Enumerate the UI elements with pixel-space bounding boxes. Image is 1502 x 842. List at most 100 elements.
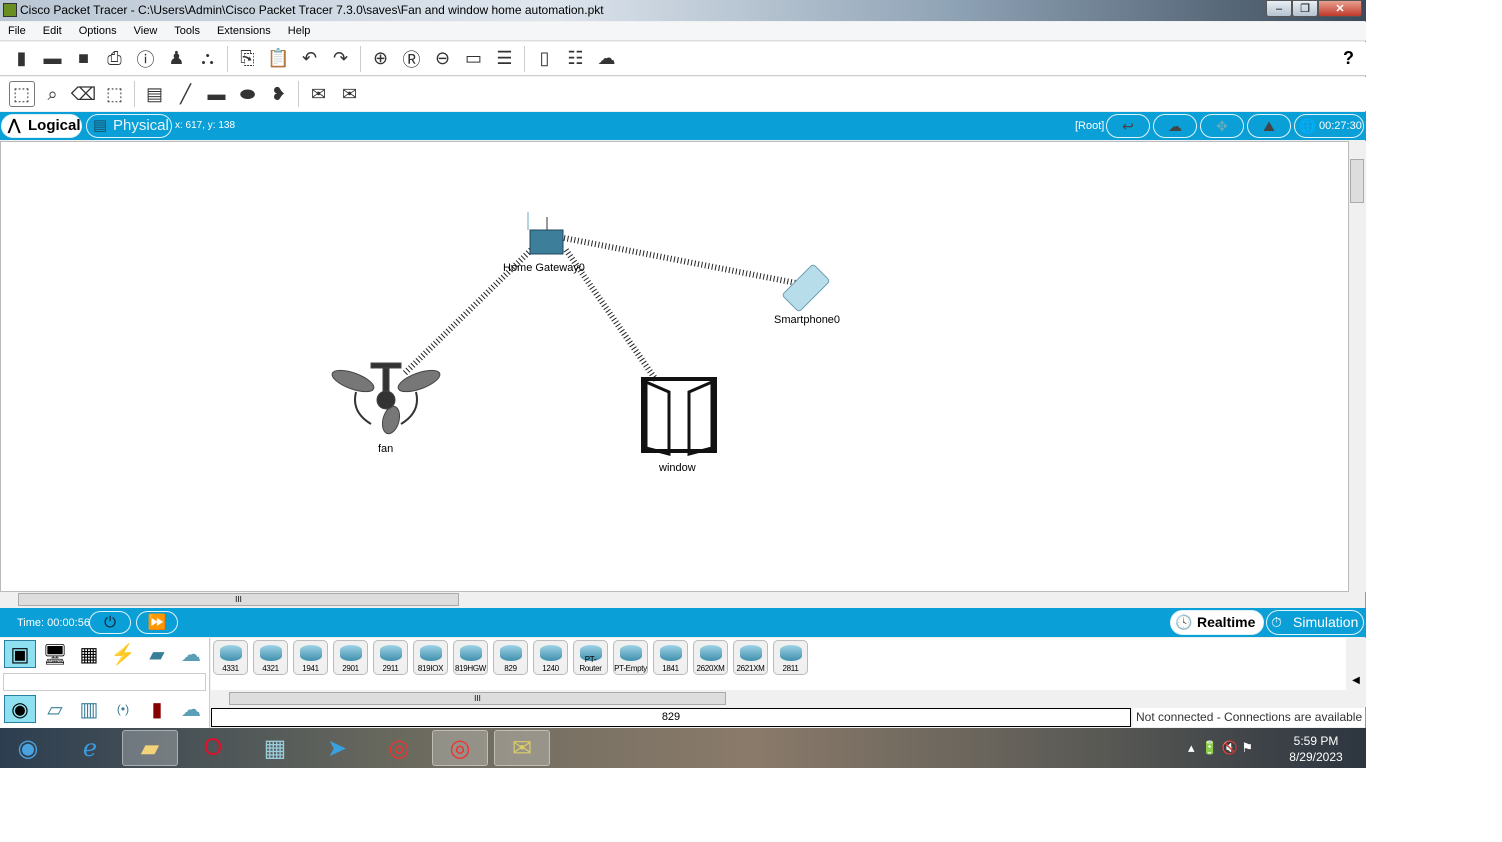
network-info-icon[interactable]: ☷ [563,46,589,72]
open-folder-icon[interactable]: ▬ [40,46,66,72]
set-background-icon[interactable]: ⛰ [1247,114,1291,138]
end-devices-category-icon[interactable]: 🖥 [39,640,71,668]
menu-extensions[interactable]: Extensions [209,22,280,40]
draw-line-icon[interactable]: ╱ [173,81,199,107]
draw-rectangle-icon[interactable]: ▬ [204,81,230,107]
undo-icon[interactable]: ↶ [297,46,323,72]
power-cycle-button[interactable]: ⏻ [89,611,131,634]
router-model-button[interactable]: 829 [493,640,528,675]
security-subcategory-icon[interactable]: ▮ [141,695,173,723]
router-model-button[interactable]: 1941 [293,640,328,675]
help-icon[interactable]: ? [1343,48,1354,69]
new-file-icon[interactable]: ▮ [9,46,35,72]
multiuser-category-icon[interactable]: ☁ [175,640,207,668]
node-label-window[interactable]: window [659,462,696,474]
taskbar-clock[interactable]: 5:59 PM 8/29/2023 [1285,733,1347,765]
simulation-mode-tab[interactable]: ⏱ Simulation [1266,610,1364,635]
fast-forward-button[interactable]: ⏩ [136,611,178,634]
model-list-scrollbar[interactable]: III [211,690,1346,706]
menu-edit[interactable]: Edit [35,22,71,40]
system-tray-icons[interactable]: ▴ 🔋 🔇 ⚑ [1188,740,1253,756]
tab-physical[interactable]: ▤ Physical [86,114,172,138]
menu-file[interactable]: File [0,22,35,40]
zoom-out-icon[interactable]: ⊖ [430,46,456,72]
draw-ellipse-icon[interactable]: ⬬ [235,81,261,107]
zoom-reset-icon[interactable]: Ⓡ [399,46,425,72]
workspace-horizontal-scrollbar[interactable]: III [0,592,1349,607]
close-button[interactable]: ✕ [1318,0,1362,17]
router-model-button[interactable]: PT-Router [573,640,608,675]
custom-devices-dialog-icon[interactable]: ☰ [492,46,518,72]
internet-explorer-icon[interactable]: ℯ [62,730,118,766]
chrome-profile-icon[interactable]: ◎ [432,730,488,766]
delete-icon[interactable]: ⌫ [71,81,97,107]
switches-subcategory-icon[interactable]: ▱ [39,695,71,723]
menu-view[interactable]: View [126,22,167,40]
menu-help[interactable]: Help [280,22,320,40]
workspace-vertical-scrollbar[interactable] [1349,141,1366,592]
control-panel-icon[interactable]: ▦ [247,730,303,766]
new-cluster-icon[interactable]: ☁ [1153,114,1197,138]
minimize-button[interactable]: – [1266,0,1292,17]
redo-icon[interactable]: ↷ [328,46,354,72]
paste-icon[interactable]: 📋 [266,46,292,72]
device-search-field[interactable] [3,673,206,691]
add-complex-pdu-icon[interactable]: ✉ [337,81,363,107]
main-toolbar: ▮ ▬ ■ ⎙ ⓘ ♟ ⛬ ⎘ 📋 ↶ ↷ ⊕ Ⓡ ⊖ ▭ ☰ ▯ ☷ ☁ ? [0,42,1366,76]
menu-options[interactable]: Options [71,22,126,40]
miscellaneous-category-icon[interactable]: ▰ [141,640,173,668]
network-devices-category-icon[interactable]: ▣ [4,640,36,668]
wireless-subcategory-icon[interactable]: (•) [107,695,139,723]
router-model-button[interactable]: PT-Empty [613,640,648,675]
router-model-button[interactable]: 819IOX [413,640,448,675]
copy-icon[interactable]: ⎘ [235,46,261,72]
telegram-icon[interactable]: ➤ [309,730,365,766]
router-model-button[interactable]: 2901 [333,640,368,675]
opera-icon[interactable]: O [185,730,241,766]
router-model-button[interactable]: 2620XM [693,640,728,675]
inspect-icon[interactable]: ⌕ [40,81,66,107]
node-label-smartphone[interactable]: Smartphone0 [774,314,840,326]
node-label-home-gateway[interactable]: Home Gateway0 [503,262,585,274]
node-label-fan[interactable]: fan [378,443,393,455]
packet-tracer-taskbar-icon[interactable]: ✉ [494,730,550,766]
file-explorer-icon[interactable]: ▰ [122,730,178,766]
menu-tools[interactable]: Tools [166,22,209,40]
router-model-button[interactable]: 4331 [213,640,248,675]
tab-logical[interactable]: ⋀ Logical [1,114,82,138]
logical-workspace[interactable]: Home Gateway0 Smartphone0 fan window [0,141,1349,592]
router-model-button[interactable]: 2911 [373,640,408,675]
back-button[interactable]: ↩ [1106,114,1150,138]
routers-subcategory-icon[interactable]: ◉ [4,695,36,723]
chrome-icon[interactable]: ◎ [371,730,427,766]
info-icon[interactable]: ⓘ [133,46,159,72]
cloud-window-icon[interactable]: ☁ [594,46,620,72]
zoom-in-icon[interactable]: ⊕ [368,46,394,72]
router-model-button[interactable]: 819HGW [453,640,488,675]
drawing-palette-icon[interactable]: ▭ [461,46,487,72]
activity-wizard-icon[interactable]: ♟ [164,46,190,72]
add-simple-pdu-icon[interactable]: ✉ [306,81,332,107]
wan-emulation-subcategory-icon[interactable]: ☁ [175,695,207,723]
freeform-icon[interactable]: ❥ [266,81,292,107]
select-icon[interactable]: ⬚ [8,81,35,107]
custom-device-icon[interactable]: ⛬ [195,46,221,72]
router-model-button[interactable]: 2811 [773,640,808,675]
save-icon[interactable]: ■ [71,46,97,72]
print-icon[interactable]: ⎙ [102,46,128,72]
router-model-button[interactable]: 2621XM [733,640,768,675]
hubs-subcategory-icon[interactable]: ▥ [73,695,105,723]
router-model-button[interactable]: 1240 [533,640,568,675]
maximize-button[interactable]: ❐ [1292,0,1318,17]
resize-shape-icon[interactable]: ⬚ [102,81,128,107]
collapse-panel-arrow[interactable]: ◀ [1346,638,1366,707]
start-button-icon[interactable]: ◉ [0,730,56,766]
router-model-button[interactable]: 4321 [253,640,288,675]
connections-category-icon[interactable]: ⚡ [107,640,139,668]
move-object-icon[interactable]: ✥ [1200,114,1244,138]
realtime-mode-tab[interactable]: 🕓 Realtime [1170,610,1264,635]
place-note-icon[interactable]: ▤ [142,81,168,107]
components-category-icon[interactable]: ▦ [73,640,105,668]
viewport-icon[interactable]: ▯ [532,46,558,72]
router-model-button[interactable]: 1841 [653,640,688,675]
